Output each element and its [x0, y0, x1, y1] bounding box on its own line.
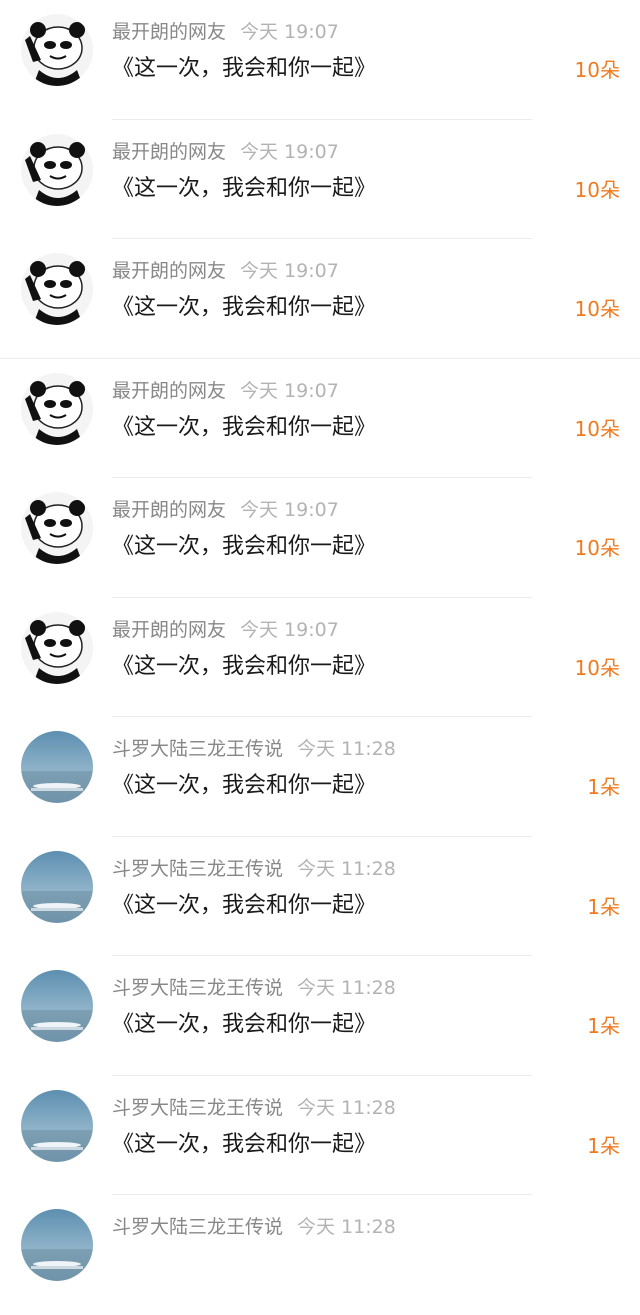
flower-count: 10朵 [574, 655, 620, 680]
work-title: 《这一次，我会和你一起》 [112, 534, 377, 559]
sender-name[interactable]: 斗罗大陆三龙王传说 [112, 1097, 283, 1119]
sender-name[interactable]: 最开朗的网友 [112, 499, 226, 521]
work-title: 《这一次，我会和你一起》 [112, 414, 377, 440]
work-title: 《这一次，我会和你一起》 [112, 1131, 377, 1157]
avatar[interactable] [21, 1209, 93, 1281]
flower-count: 1朵 [587, 894, 620, 919]
panda-meme-icon [21, 492, 93, 564]
gift-record-item[interactable]: 斗罗大陆三龙王传说 今天 11:28 《这一次，我会和你一起》 1朵 [0, 837, 640, 956]
work-title: 《这一次，我会和你一起》 [112, 56, 377, 81]
gift-record-item[interactable]: 斗罗大陆三龙王传说 今天 11:28 [0, 1195, 640, 1315]
sender-name[interactable]: 最开朗的网友 [112, 260, 226, 282]
timestamp: 今天 19:07 [240, 21, 339, 43]
avatar[interactable] [21, 731, 93, 803]
work-title: 《这一次，我会和你一起》 [112, 773, 377, 798]
sender-name[interactable]: 斗罗大陆三龙王传说 [112, 738, 283, 760]
meta-line: 斗罗大陆三龙王传说 今天 11:28 [112, 1094, 396, 1122]
timestamp: 今天 19:07 [240, 140, 339, 163]
timestamp: 今天 11:28 [297, 977, 396, 999]
gift-record-item[interactable]: 斗罗大陆三龙王传说 今天 11:28 《这一次，我会和你一起》 1朵 [0, 717, 640, 837]
work-title: 《这一次，我会和你一起》 [112, 1012, 377, 1037]
avatar[interactable] [21, 492, 93, 564]
work-title: 《这一次，我会和你一起》 [112, 295, 377, 320]
sender-name[interactable]: 斗罗大陆三龙王传说 [112, 1216, 283, 1238]
timestamp: 今天 11:28 [297, 1096, 396, 1119]
gift-record-item[interactable]: 斗罗大陆三龙王传说 今天 11:28 《这一次，我会和你一起》 1朵 [0, 956, 640, 1076]
meta-line: 最开朗的网友 今天 19:07 [112, 257, 339, 285]
flower-count: 1朵 [587, 775, 620, 799]
flower-count: 10朵 [574, 177, 620, 202]
panda-meme-icon [21, 133, 93, 206]
avatar[interactable] [21, 970, 93, 1042]
gift-record-item[interactable]: 最开朗的网友 今天 19:07 《这一次，我会和你一起》 10朵 [0, 120, 640, 239]
gift-record-item[interactable]: 最开朗的网友 今天 19:07 《这一次，我会和你一起》 10朵 [0, 0, 640, 120]
meta-line: 最开朗的网友 今天 19:07 [112, 496, 339, 524]
panda-meme-icon [21, 372, 93, 445]
meta-line: 斗罗大陆三龙王传说 今天 11:28 [112, 974, 396, 1002]
panda-meme-icon [21, 611, 93, 684]
avatar[interactable] [21, 253, 93, 325]
timestamp: 今天 19:07 [240, 499, 339, 521]
timestamp: 今天 19:07 [240, 379, 339, 402]
meta-line: 最开朗的网友 今天 19:07 [112, 616, 339, 644]
meta-line: 斗罗大陆三龙王传说 今天 11:28 [112, 1213, 396, 1241]
meta-line: 最开朗的网友 今天 19:07 [112, 377, 339, 405]
work-title: 《这一次，我会和你一起》 [112, 175, 377, 201]
flower-count: 10朵 [574, 58, 620, 82]
sky-sea-avatar-icon [21, 970, 93, 1042]
work-title: 《这一次，我会和你一起》 [112, 653, 377, 679]
timestamp: 今天 11:28 [297, 738, 396, 760]
flower-count: 10朵 [574, 297, 620, 321]
sender-name[interactable]: 斗罗大陆三龙王传说 [112, 858, 283, 880]
sky-sea-avatar-icon [21, 1089, 93, 1162]
avatar[interactable] [21, 611, 93, 684]
flower-count: 10朵 [574, 536, 620, 560]
avatar[interactable] [21, 133, 93, 206]
flower-count: 1朵 [587, 1014, 620, 1038]
sender-name[interactable]: 最开朗的网友 [112, 141, 226, 163]
gift-record-list[interactable]: 最开朗的网友 今天 19:07 《这一次，我会和你一起》 10朵 最开朗的网友 今天… [0, 0, 640, 1281]
sky-sea-avatar-icon [21, 731, 93, 803]
avatar[interactable] [21, 14, 93, 86]
sender-name[interactable]: 最开朗的网友 [112, 21, 226, 43]
meta-line: 斗罗大陆三龙王传说 今天 11:28 [112, 735, 396, 763]
timestamp: 今天 11:28 [297, 1216, 396, 1238]
work-title: 《这一次，我会和你一起》 [112, 892, 377, 918]
meta-line: 最开朗的网友 今天 19:07 [112, 138, 339, 166]
gift-record-item[interactable]: 最开朗的网友 今天 19:07 《这一次，我会和你一起》 10朵 [0, 239, 640, 359]
timestamp: 今天 19:07 [240, 260, 339, 282]
gift-record-item[interactable]: 斗罗大陆三龙王传说 今天 11:28 《这一次，我会和你一起》 1朵 [0, 1076, 640, 1195]
sky-sea-avatar-icon [21, 1209, 93, 1281]
timestamp: 今天 11:28 [297, 857, 396, 880]
timestamp: 今天 19:07 [240, 618, 339, 641]
sender-name[interactable]: 最开朗的网友 [112, 380, 226, 402]
panda-meme-icon [21, 253, 93, 325]
avatar[interactable] [21, 850, 93, 923]
gift-record-item[interactable]: 最开朗的网友 今天 19:07 《这一次，我会和你一起》 10朵 [0, 598, 640, 717]
gift-record-item[interactable]: 最开朗的网友 今天 19:07 《这一次，我会和你一起》 10朵 [0, 359, 640, 478]
flower-count: 1朵 [587, 1133, 620, 1158]
meta-line: 斗罗大陆三龙王传说 今天 11:28 [112, 855, 396, 883]
meta-line: 最开朗的网友 今天 19:07 [112, 18, 339, 46]
avatar[interactable] [21, 372, 93, 445]
avatar[interactable] [21, 1089, 93, 1162]
sky-sea-avatar-icon [21, 850, 93, 923]
gift-record-item[interactable]: 最开朗的网友 今天 19:07 《这一次，我会和你一起》 10朵 [0, 478, 640, 598]
panda-meme-icon [21, 14, 93, 86]
sender-name[interactable]: 斗罗大陆三龙王传说 [112, 977, 283, 999]
sender-name[interactable]: 最开朗的网友 [112, 619, 226, 641]
flower-count: 10朵 [574, 416, 620, 441]
